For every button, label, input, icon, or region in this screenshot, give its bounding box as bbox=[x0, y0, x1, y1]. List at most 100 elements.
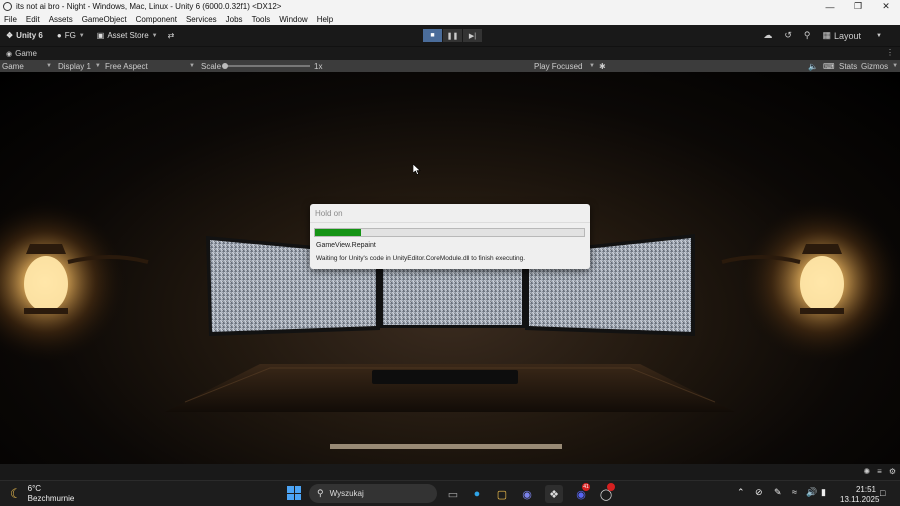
user-icon: ● bbox=[56, 31, 62, 40]
minimize-icon[interactable]: — bbox=[816, 0, 844, 13]
view-select-label: Game bbox=[2, 61, 24, 71]
toolbar-right: ☁ ↺ ⚲ ▦ Layout ▼ bbox=[763, 25, 900, 46]
weather-desc: Bezchmurnie bbox=[27, 494, 75, 503]
bug-icon[interactable]: ✱ bbox=[599, 60, 606, 72]
play-stop-button[interactable]: ■ bbox=[423, 29, 442, 42]
display-select[interactable]: Display 1 ▼ bbox=[58, 60, 101, 72]
scale-value: 1x bbox=[314, 61, 323, 71]
game-viewport[interactable]: Hold on GameView.Repaint Waiting for Uni… bbox=[0, 72, 900, 464]
menu-component[interactable]: Component bbox=[136, 15, 177, 24]
clock-time: 21:51 bbox=[855, 485, 876, 494]
branch-icon: ⇄ bbox=[167, 31, 175, 40]
keyboard-shortcuts-icon[interactable]: ⌨ bbox=[823, 60, 835, 72]
unity-taskbar-icon[interactable]: ❖ bbox=[545, 485, 563, 503]
more-options-icon[interactable]: ⋮ bbox=[886, 48, 894, 57]
scale-slider-handle[interactable] bbox=[222, 63, 228, 69]
game-view-toolbar: Game ▼ Display 1 ▼ Free Aspect ▼ Scale 1… bbox=[0, 60, 900, 72]
chevron-down-icon: ▼ bbox=[892, 63, 899, 69]
task-view-icon[interactable]: ▭ bbox=[444, 485, 462, 503]
chevron-up-icon[interactable]: ⌃ bbox=[737, 487, 745, 498]
gamepad-icon: ◉ bbox=[6, 50, 13, 58]
play-controls: ■ ❚❚ ▶| bbox=[423, 29, 483, 42]
progress-spinner-icon[interactable]: ✺ bbox=[863, 467, 870, 476]
menu-services[interactable]: Services bbox=[186, 15, 217, 24]
weather-temp: 6°C bbox=[27, 484, 42, 493]
aspect-select-label: Free Aspect bbox=[105, 61, 148, 71]
pen-icon[interactable]: ✎ bbox=[774, 487, 782, 498]
chevron-down-icon: ▼ bbox=[151, 32, 158, 39]
volume-icon[interactable]: 🔊 bbox=[806, 487, 817, 498]
chevron-down-icon: ▼ bbox=[78, 32, 85, 39]
aspect-select[interactable]: Free Aspect ▼ bbox=[105, 60, 195, 72]
chevron-down-icon: ▼ bbox=[46, 63, 52, 69]
search-placeholder: Wyszukaj bbox=[329, 489, 364, 498]
mouse-cursor-icon bbox=[413, 164, 421, 175]
mute-audio-icon[interactable]: 🔈 bbox=[808, 60, 818, 72]
cloud-icon[interactable]: ☁ bbox=[763, 30, 772, 41]
menu-window[interactable]: Window bbox=[279, 15, 307, 24]
chevron-down-icon: ▼ bbox=[589, 63, 595, 69]
menu-help[interactable]: Help bbox=[317, 15, 333, 24]
dialog-message: Waiting for Unity's code in UnityEditor.… bbox=[316, 255, 526, 262]
stats-button[interactable]: Stats bbox=[839, 60, 857, 72]
view-select[interactable]: Game ▼ bbox=[2, 60, 52, 72]
title-bar: its not ai bro - Night - Windows, Mac, L… bbox=[0, 0, 900, 13]
cache-server-icon[interactable]: ≡ bbox=[877, 467, 882, 476]
moon-icon: ☾ bbox=[10, 486, 22, 501]
chevron-down-icon: ▼ bbox=[876, 32, 882, 39]
weather-widget[interactable]: ☾ 6°C Bezchmurnie bbox=[10, 484, 74, 504]
unity-logo-icon: ❖ bbox=[6, 31, 14, 40]
menu-edit[interactable]: Edit bbox=[26, 15, 40, 24]
search-icon[interactable]: ⚲ bbox=[804, 30, 811, 41]
account-dropdown[interactable]: ● FG ▼ bbox=[57, 31, 85, 40]
restore-icon[interactable]: ❐ bbox=[844, 0, 872, 13]
teams-icon[interactable]: ◉ bbox=[518, 485, 536, 503]
layout-dropdown[interactable]: ▦ Layout ▼ bbox=[823, 30, 895, 41]
status-icons: ✺ ≡ ⚙ bbox=[856, 467, 896, 476]
menu-jobs[interactable]: Jobs bbox=[226, 15, 243, 24]
gizmos-dropdown[interactable]: Gizmos ▼ bbox=[861, 60, 899, 72]
layout-icon: ▦ bbox=[822, 30, 832, 40]
scale-label: Scale bbox=[201, 61, 222, 71]
layout-label: Layout bbox=[834, 30, 862, 41]
asset-store-dropdown[interactable]: ▣ Asset Store ▼ bbox=[97, 31, 158, 40]
gizmos-label: Gizmos bbox=[861, 61, 889, 71]
version-control-button[interactable]: ⇄ bbox=[168, 31, 178, 40]
menu-bar: File Edit Assets GameObject Component Se… bbox=[0, 13, 900, 25]
edge-browser-icon[interactable]: ● bbox=[468, 485, 486, 503]
unity-account-button[interactable]: ❖ Unity 6 bbox=[6, 31, 43, 40]
menu-assets[interactable]: Assets bbox=[49, 15, 73, 24]
scale-slider-track[interactable] bbox=[224, 65, 310, 67]
tab-game[interactable]: ◉ Game bbox=[0, 49, 43, 58]
notification-center-icon[interactable]: □ bbox=[880, 488, 885, 498]
dialog-divider bbox=[310, 222, 590, 223]
file-explorer-icon[interactable]: ▢ bbox=[493, 485, 511, 503]
wifi-icon[interactable]: ≈ bbox=[792, 487, 797, 497]
asset-store-label: Asset Store bbox=[107, 31, 149, 40]
system-clock[interactable]: 21:51 13.11.2025 bbox=[840, 485, 879, 505]
close-icon[interactable]: ✕ bbox=[872, 0, 900, 13]
network-off-icon[interactable]: ⊘ bbox=[755, 487, 763, 498]
play-mode-select[interactable]: Play Focused ▼ bbox=[534, 60, 595, 72]
window-title: its not ai bro - Night - Windows, Mac, L… bbox=[16, 2, 282, 11]
windows-taskbar: ☾ 6°C Bezchmurnie ⚲ Wyszukaj ▭ ● ▢ ◉ ❖ ◉… bbox=[0, 480, 900, 506]
menu-file[interactable]: File bbox=[4, 15, 17, 24]
debug-mode-icon[interactable]: ⚙ bbox=[889, 467, 896, 476]
menu-tools[interactable]: Tools bbox=[252, 15, 271, 24]
main-toolbar: ❖ Unity 6 ● FG ▼ ▣ Asset Store ▼ ⇄ ■ ❚❚ … bbox=[0, 25, 900, 46]
dialog-task: GameView.Repaint bbox=[316, 242, 376, 249]
step-button[interactable]: ▶| bbox=[463, 29, 482, 42]
progress-bar-fill bbox=[315, 229, 361, 236]
chevron-down-icon: ▼ bbox=[189, 63, 195, 69]
shopping-bag-icon: ▣ bbox=[96, 31, 105, 40]
display-select-label: Display 1 bbox=[58, 61, 91, 71]
history-icon[interactable]: ↺ bbox=[784, 30, 792, 41]
battery-icon[interactable]: ▮ bbox=[821, 487, 826, 498]
start-button[interactable] bbox=[287, 486, 301, 500]
floor-light-strip bbox=[330, 444, 562, 449]
window-controls: — ❐ ✕ bbox=[816, 0, 900, 13]
menu-gameobject[interactable]: GameObject bbox=[82, 15, 127, 24]
pause-button[interactable]: ❚❚ bbox=[443, 29, 462, 42]
taskbar-search[interactable]: ⚲ Wyszukaj bbox=[309, 484, 437, 503]
hold-on-dialog: Hold on GameView.Repaint Waiting for Uni… bbox=[310, 204, 590, 269]
